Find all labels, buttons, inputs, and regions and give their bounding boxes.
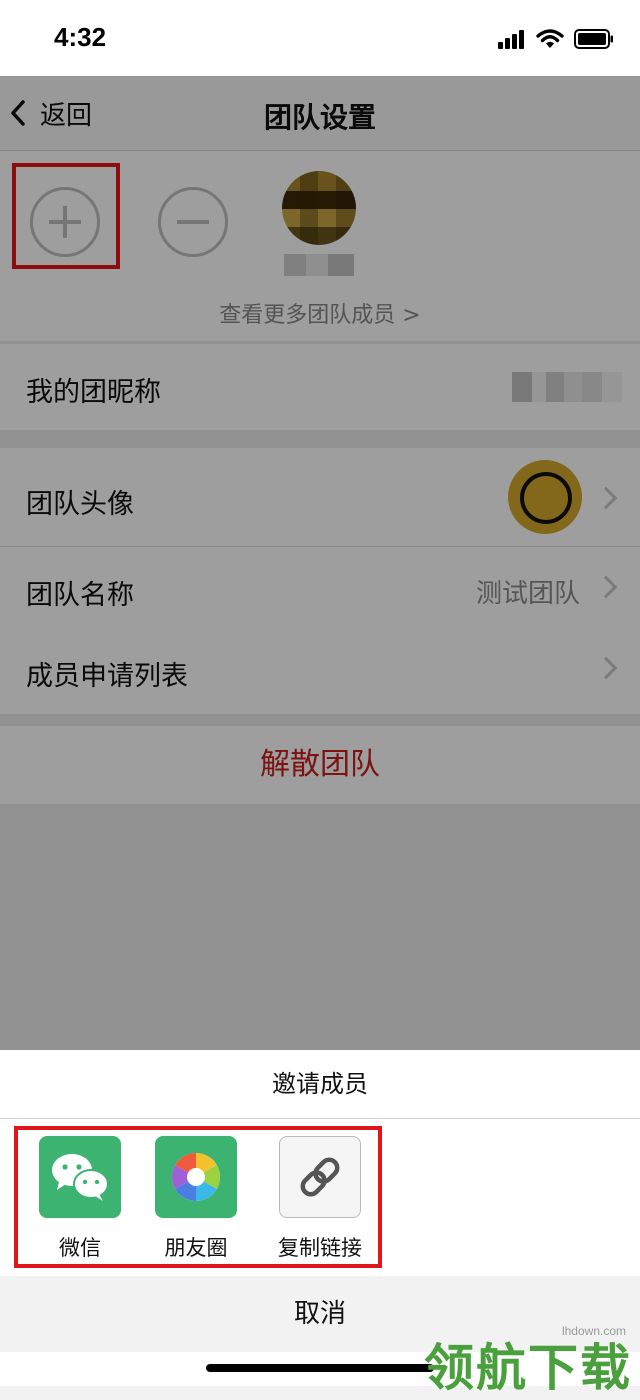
moments-icon: [155, 1136, 237, 1218]
battery-icon: [574, 29, 613, 49]
status-bar: 4:32: [0, 0, 640, 76]
link-icon: [279, 1136, 361, 1218]
signal-icon: [498, 30, 524, 49]
status-icons: [498, 28, 614, 50]
wechat-icon: [39, 1136, 121, 1218]
copy-link-label: 复制链接: [278, 1236, 362, 1260]
share-wechat-label: 微信: [59, 1236, 101, 1260]
sheet-title: 邀请成员: [0, 1050, 640, 1119]
share-wechat-button[interactable]: 微信: [32, 1136, 128, 1262]
share-moments-label: 朋友圈: [164, 1236, 228, 1260]
modal-overlay[interactable]: [0, 76, 640, 1050]
home-indicator[interactable]: [206, 1364, 434, 1372]
share-options-highlight: 微信 朋友圈 复制链接: [14, 1126, 382, 1268]
share-moments-button[interactable]: 朋友圈: [148, 1136, 244, 1262]
watermark-logo: 领航下载: [424, 1339, 632, 1397]
copy-link-button[interactable]: 复制链接: [268, 1136, 372, 1262]
wifi-icon: [536, 29, 564, 48]
status-time: 4:32: [54, 22, 107, 52]
